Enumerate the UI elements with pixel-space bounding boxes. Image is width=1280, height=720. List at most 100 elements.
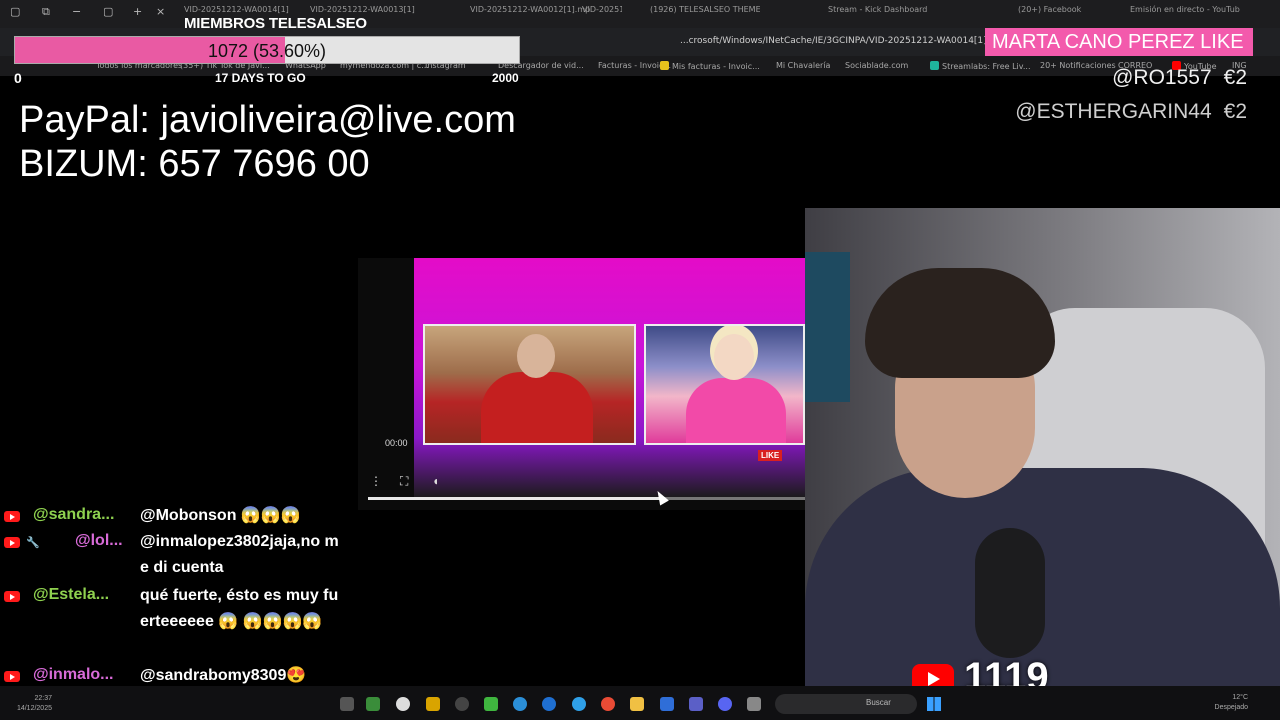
bookmark-label: Mis facturas - Invoic...: [672, 62, 760, 71]
bookmark-streamlabs[interactable]: Streamlabs: Free Liv...: [930, 61, 1031, 71]
weather-desc: Despejado: [1214, 704, 1248, 711]
minimize-icon[interactable]: −: [72, 5, 81, 18]
weather-widget[interactable]: 12°C Despejado: [1208, 693, 1248, 713]
webcam-streamer-hair: [865, 268, 1055, 378]
bookmark-mis-facturas[interactable]: Mis facturas - Invoic...: [660, 61, 760, 71]
edge-browser-icon[interactable]: [572, 697, 586, 711]
tab-label: VID-20251212-WA0011[1]: [582, 5, 622, 14]
chat-username: @Estela...: [33, 586, 110, 603]
whatsapp-icon[interactable]: [366, 697, 380, 711]
tab-label: VID-20251212-WA0013[1]: [310, 5, 415, 14]
youtube-badge-icon: [4, 591, 20, 602]
app-icon[interactable]: [747, 697, 761, 711]
chat-username: @lol...: [75, 532, 123, 549]
mail-icon[interactable]: [660, 697, 674, 711]
chat-text: qué fuerte, ésto es muy fuerteeeeee 😱 😱😱…: [140, 587, 339, 630]
chat-username: @inmalo...: [33, 666, 114, 683]
bookmark-socialblade[interactable]: Sociablade.com: [845, 61, 908, 70]
bizum-info: BIZUM: 657 7696 00: [19, 143, 370, 185]
taskbar-clock[interactable]: 22:37 14/12/2025: [12, 694, 52, 714]
tab-youtube-live[interactable]: Emisión en directo - YouTube: [1130, 5, 1240, 23]
bookmark-label: Mi Chavalería: [776, 61, 831, 70]
like-alert-banner: MARTA CANO PEREZ LIKE: [985, 28, 1253, 56]
bookmark-notificaciones[interactable]: 20+ Notificaciones: [1040, 61, 1116, 70]
tab-label: VID-20251212-WA0012[1].mp4: [470, 5, 590, 14]
new-tab-icon[interactable]: +: [133, 5, 142, 18]
goal-max: 2000: [492, 71, 519, 85]
volume-icon[interactable]: ◖: [432, 474, 439, 488]
chat-text: @inmalopez3802jaja,no me di cuenta: [140, 533, 339, 576]
tab-vid-11[interactable]: VID-20251212-WA0011[1]: [582, 5, 622, 23]
video-guest-right: [644, 324, 805, 445]
tab-kick-dashboard[interactable]: Stream - Kick Dashboard: [828, 5, 938, 23]
paypal-info: PayPal: javioliveira@live.com: [19, 99, 516, 141]
goal-progress-text: 1072 (53.60%): [207, 41, 327, 61]
goal-min: 0: [14, 70, 22, 86]
bookmark-label: Sociablade.com: [845, 61, 909, 70]
tab-label: Stream - Kick Dashboard: [828, 5, 928, 14]
tab-label: (1926) TELESALSEO THEME (F...: [650, 5, 760, 14]
bookmark-chavaleria[interactable]: Mi Chavalería: [776, 61, 830, 70]
person-shape: [481, 372, 593, 443]
youtube-badge-icon: [4, 537, 20, 548]
windows-start-icon[interactable]: [927, 697, 941, 711]
excel-icon[interactable]: [484, 697, 498, 711]
edge-icon[interactable]: [513, 697, 527, 711]
streamlabs-icon: [930, 61, 939, 70]
goal-progress-bar: 1072 (53.60%): [14, 36, 520, 64]
tab-label: Emisión en directo - YouTube: [1130, 5, 1240, 14]
tab-actions-icon[interactable]: ▢: [10, 5, 20, 18]
chat-overlay: @sandra... @Mobonson 😱😱😱 🔧 @lol... @inma…: [0, 505, 350, 705]
close-tab-icon[interactable]: ×: [156, 5, 165, 18]
obs-icon[interactable]: [455, 697, 469, 711]
vlc-icon[interactable]: [426, 697, 440, 711]
app-icon[interactable]: [340, 697, 354, 711]
weather-temp: 12°C: [1232, 694, 1248, 701]
donation-amount: €2: [1223, 66, 1247, 89]
fullscreen-icon[interactable]: ⛶: [400, 474, 408, 489]
chrome-icon[interactable]: [396, 697, 410, 711]
youtube-badge-icon: [4, 511, 20, 522]
moderator-tool-icon: 🔧: [26, 537, 40, 549]
video-guest-left: [423, 324, 636, 445]
file-explorer-icon[interactable]: [630, 697, 644, 711]
goal-title: MIEMBROS TELESALSEO: [184, 15, 367, 32]
more-options-icon[interactable]: ⋮: [370, 474, 382, 488]
tab-facebook[interactable]: (20+) Facebook: [1018, 5, 1098, 23]
tab-label: VID-20251212-WA0014[1]: [184, 5, 289, 14]
webcam-feed: [805, 208, 1280, 686]
donation-row: @RO1557 €2: [1112, 66, 1247, 90]
restore-icon[interactable]: ▢: [103, 5, 113, 18]
media-player-icon[interactable]: [542, 697, 556, 711]
donation-row: @ESTHERGARIN44 €2: [1015, 100, 1247, 124]
video-time: 00:00: [385, 438, 408, 448]
teams-icon[interactable]: [689, 697, 703, 711]
donation-user: @ESTHERGARIN44: [1015, 100, 1212, 123]
video-seek-bar[interactable]: [368, 497, 805, 500]
bookmark-label: 20+ Notificaciones: [1040, 61, 1116, 70]
person-shape: [714, 334, 754, 380]
tab-vid-12[interactable]: VID-20251212-WA0012[1].mp4: [470, 5, 590, 23]
video-seek-played: [368, 497, 666, 500]
donation-user: @RO1557: [1112, 66, 1212, 89]
webcam-microphone: [975, 528, 1045, 658]
chat-username: @sandra...: [33, 506, 115, 523]
like-badge: LIKE: [758, 450, 783, 461]
clock-time: 22:37: [34, 695, 52, 702]
person-shape: [686, 378, 786, 443]
tab-telesalseo-theme[interactable]: (1926) TELESALSEO THEME (F...: [650, 5, 760, 23]
url-text[interactable]: ...crosoft/Windows/INetCache/IE/3GCINPA/…: [680, 36, 1010, 46]
tab-search-icon[interactable]: ⧉: [42, 5, 50, 19]
taskbar-search[interactable]: [775, 694, 917, 714]
chrome-active-icon[interactable]: [601, 697, 615, 711]
video-player[interactable]: LIKE 00:00 ⋮ ⛶ ◖: [358, 258, 805, 510]
donation-amount: €2: [1223, 100, 1247, 123]
tab-label: (20+) Facebook: [1018, 5, 1082, 14]
discord-icon[interactable]: [718, 697, 732, 711]
bookmark-label: Streamlabs: Free Liv...: [942, 62, 1031, 71]
person-shape: [517, 334, 555, 378]
goal-days-left: 17 DAYS TO GO: [215, 71, 306, 85]
video-frame: LIKE: [414, 258, 805, 498]
webcam-monitor: [805, 252, 850, 402]
clock-date: 14/12/2025: [16, 705, 52, 712]
